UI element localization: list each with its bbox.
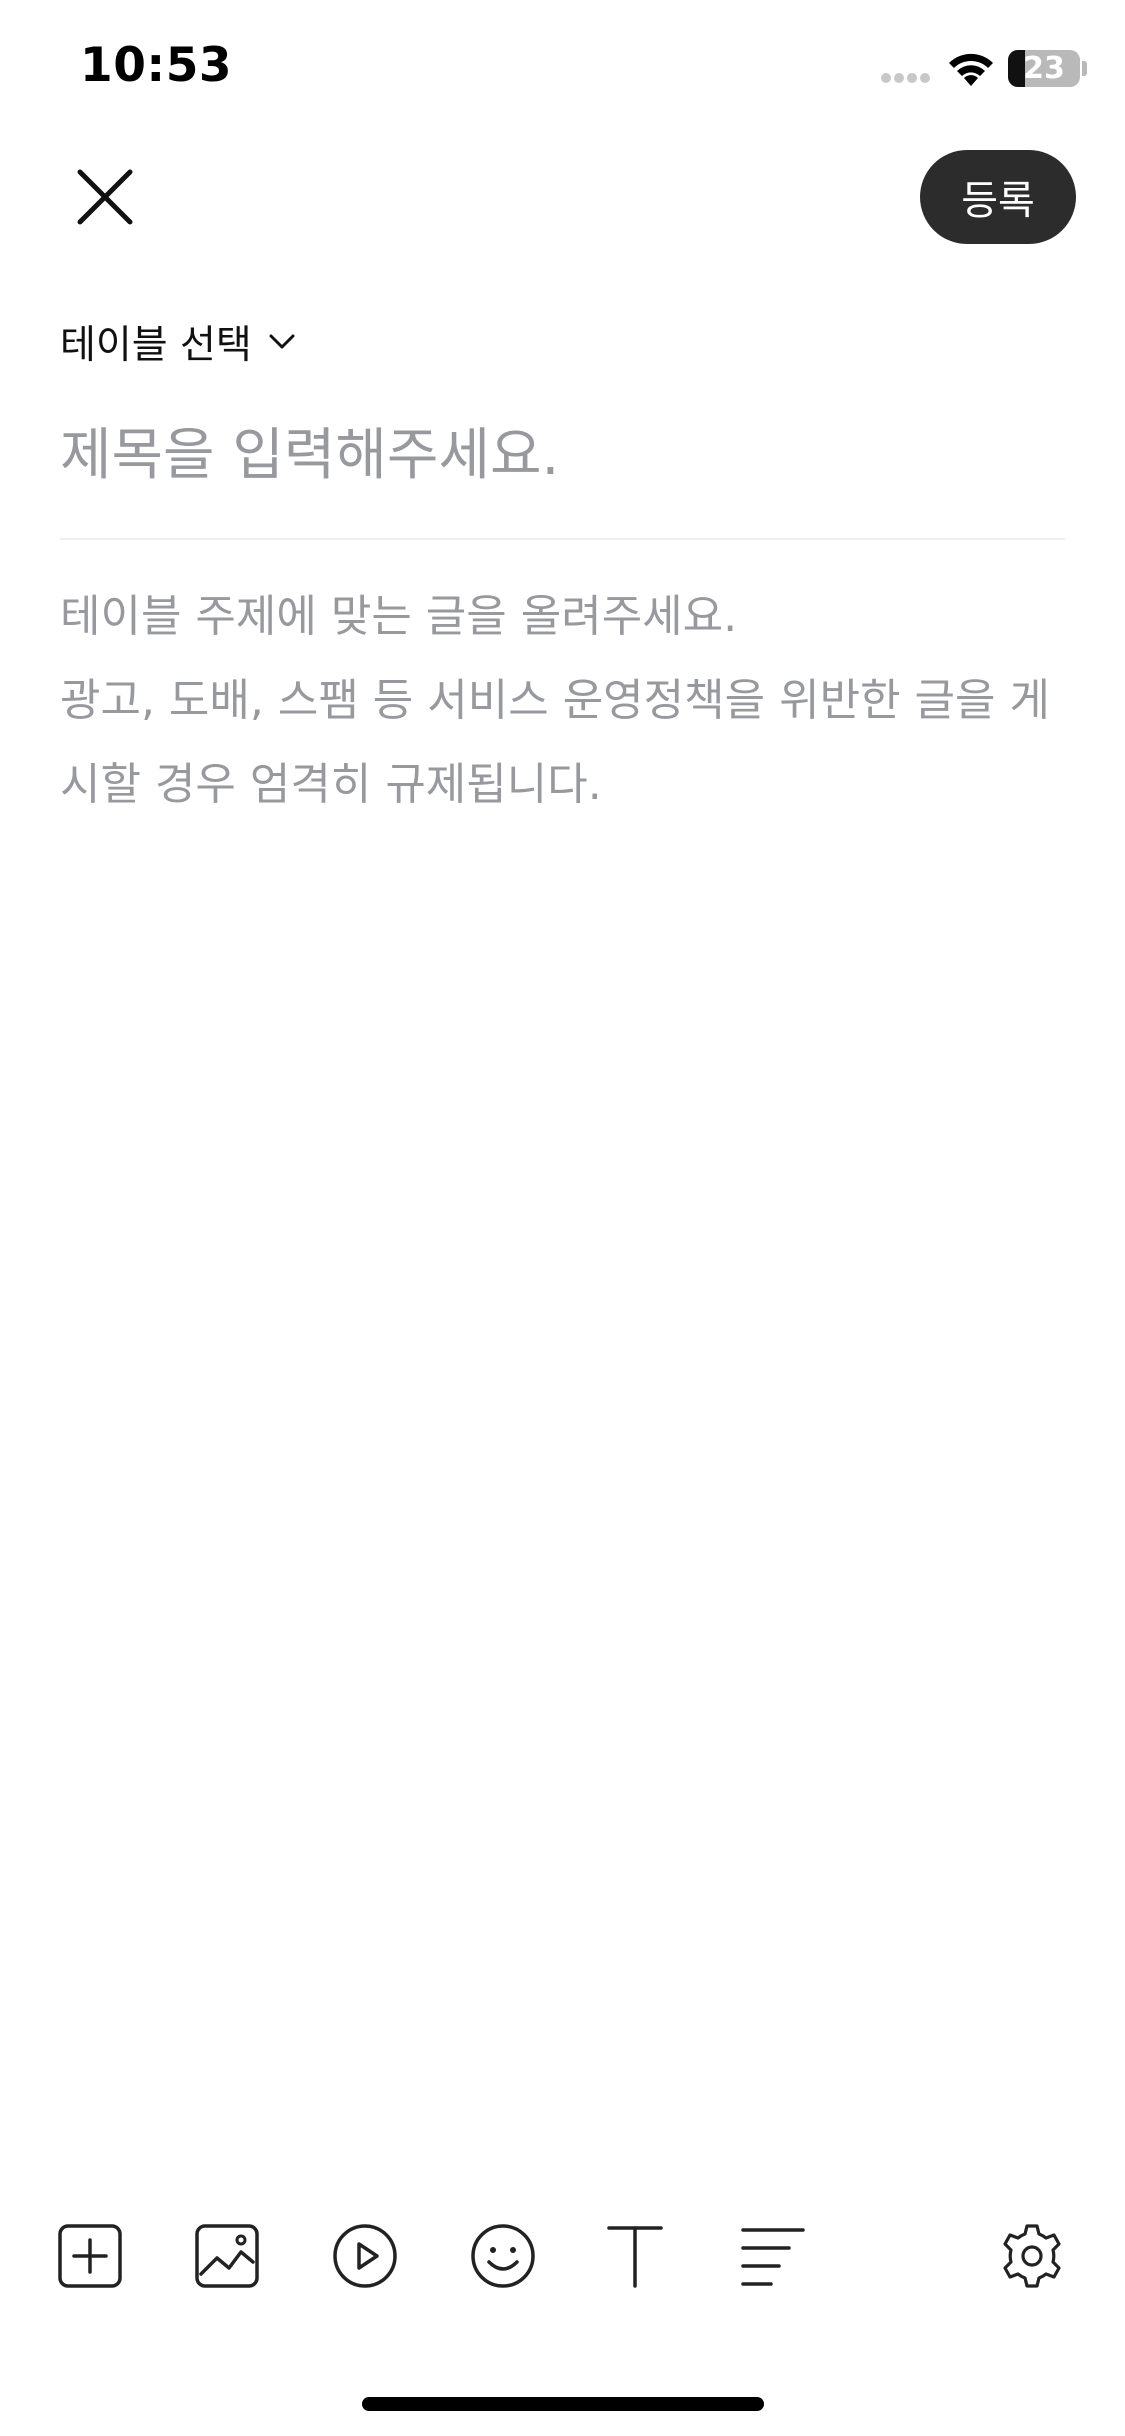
cellular-signal-icon	[881, 73, 930, 83]
title-input[interactable]	[60, 410, 1065, 500]
align-left-icon	[741, 2228, 805, 2286]
home-indicator[interactable]	[362, 2397, 764, 2411]
text-style-button[interactable]	[589, 2210, 681, 2302]
close-button[interactable]	[60, 152, 150, 242]
add-video-button[interactable]	[319, 2210, 411, 2302]
text-style-icon	[607, 2226, 663, 2288]
close-icon	[77, 169, 133, 225]
image-icon	[195, 2224, 259, 2288]
video-play-icon	[333, 2224, 397, 2288]
status-bar: 10:53 23	[0, 0, 1125, 140]
gear-icon	[1003, 2224, 1061, 2288]
table-selector-label: 테이블 선택	[60, 323, 252, 368]
battery-indicator: 23	[1008, 50, 1080, 87]
chevron-down-icon	[269, 334, 295, 349]
add-image-button[interactable]	[181, 2210, 273, 2302]
add-box-icon	[58, 2224, 122, 2288]
settings-button[interactable]	[986, 2210, 1078, 2302]
add-media-button[interactable]	[44, 2210, 136, 2302]
text-align-button[interactable]	[727, 2210, 819, 2302]
add-emoji-button[interactable]	[457, 2210, 549, 2302]
editor-toolbar	[0, 2210, 1125, 2310]
title-divider	[60, 538, 1065, 540]
battery-level: 23	[1023, 51, 1065, 86]
emoji-icon	[471, 2224, 535, 2288]
status-time: 10:53	[80, 38, 233, 93]
table-selector-dropdown[interactable]: 테이블 선택	[60, 312, 296, 372]
wifi-icon	[949, 53, 993, 86]
register-button[interactable]: 등록	[920, 150, 1076, 244]
body-input[interactable]	[60, 575, 1065, 2175]
battery-cap	[1082, 61, 1087, 76]
